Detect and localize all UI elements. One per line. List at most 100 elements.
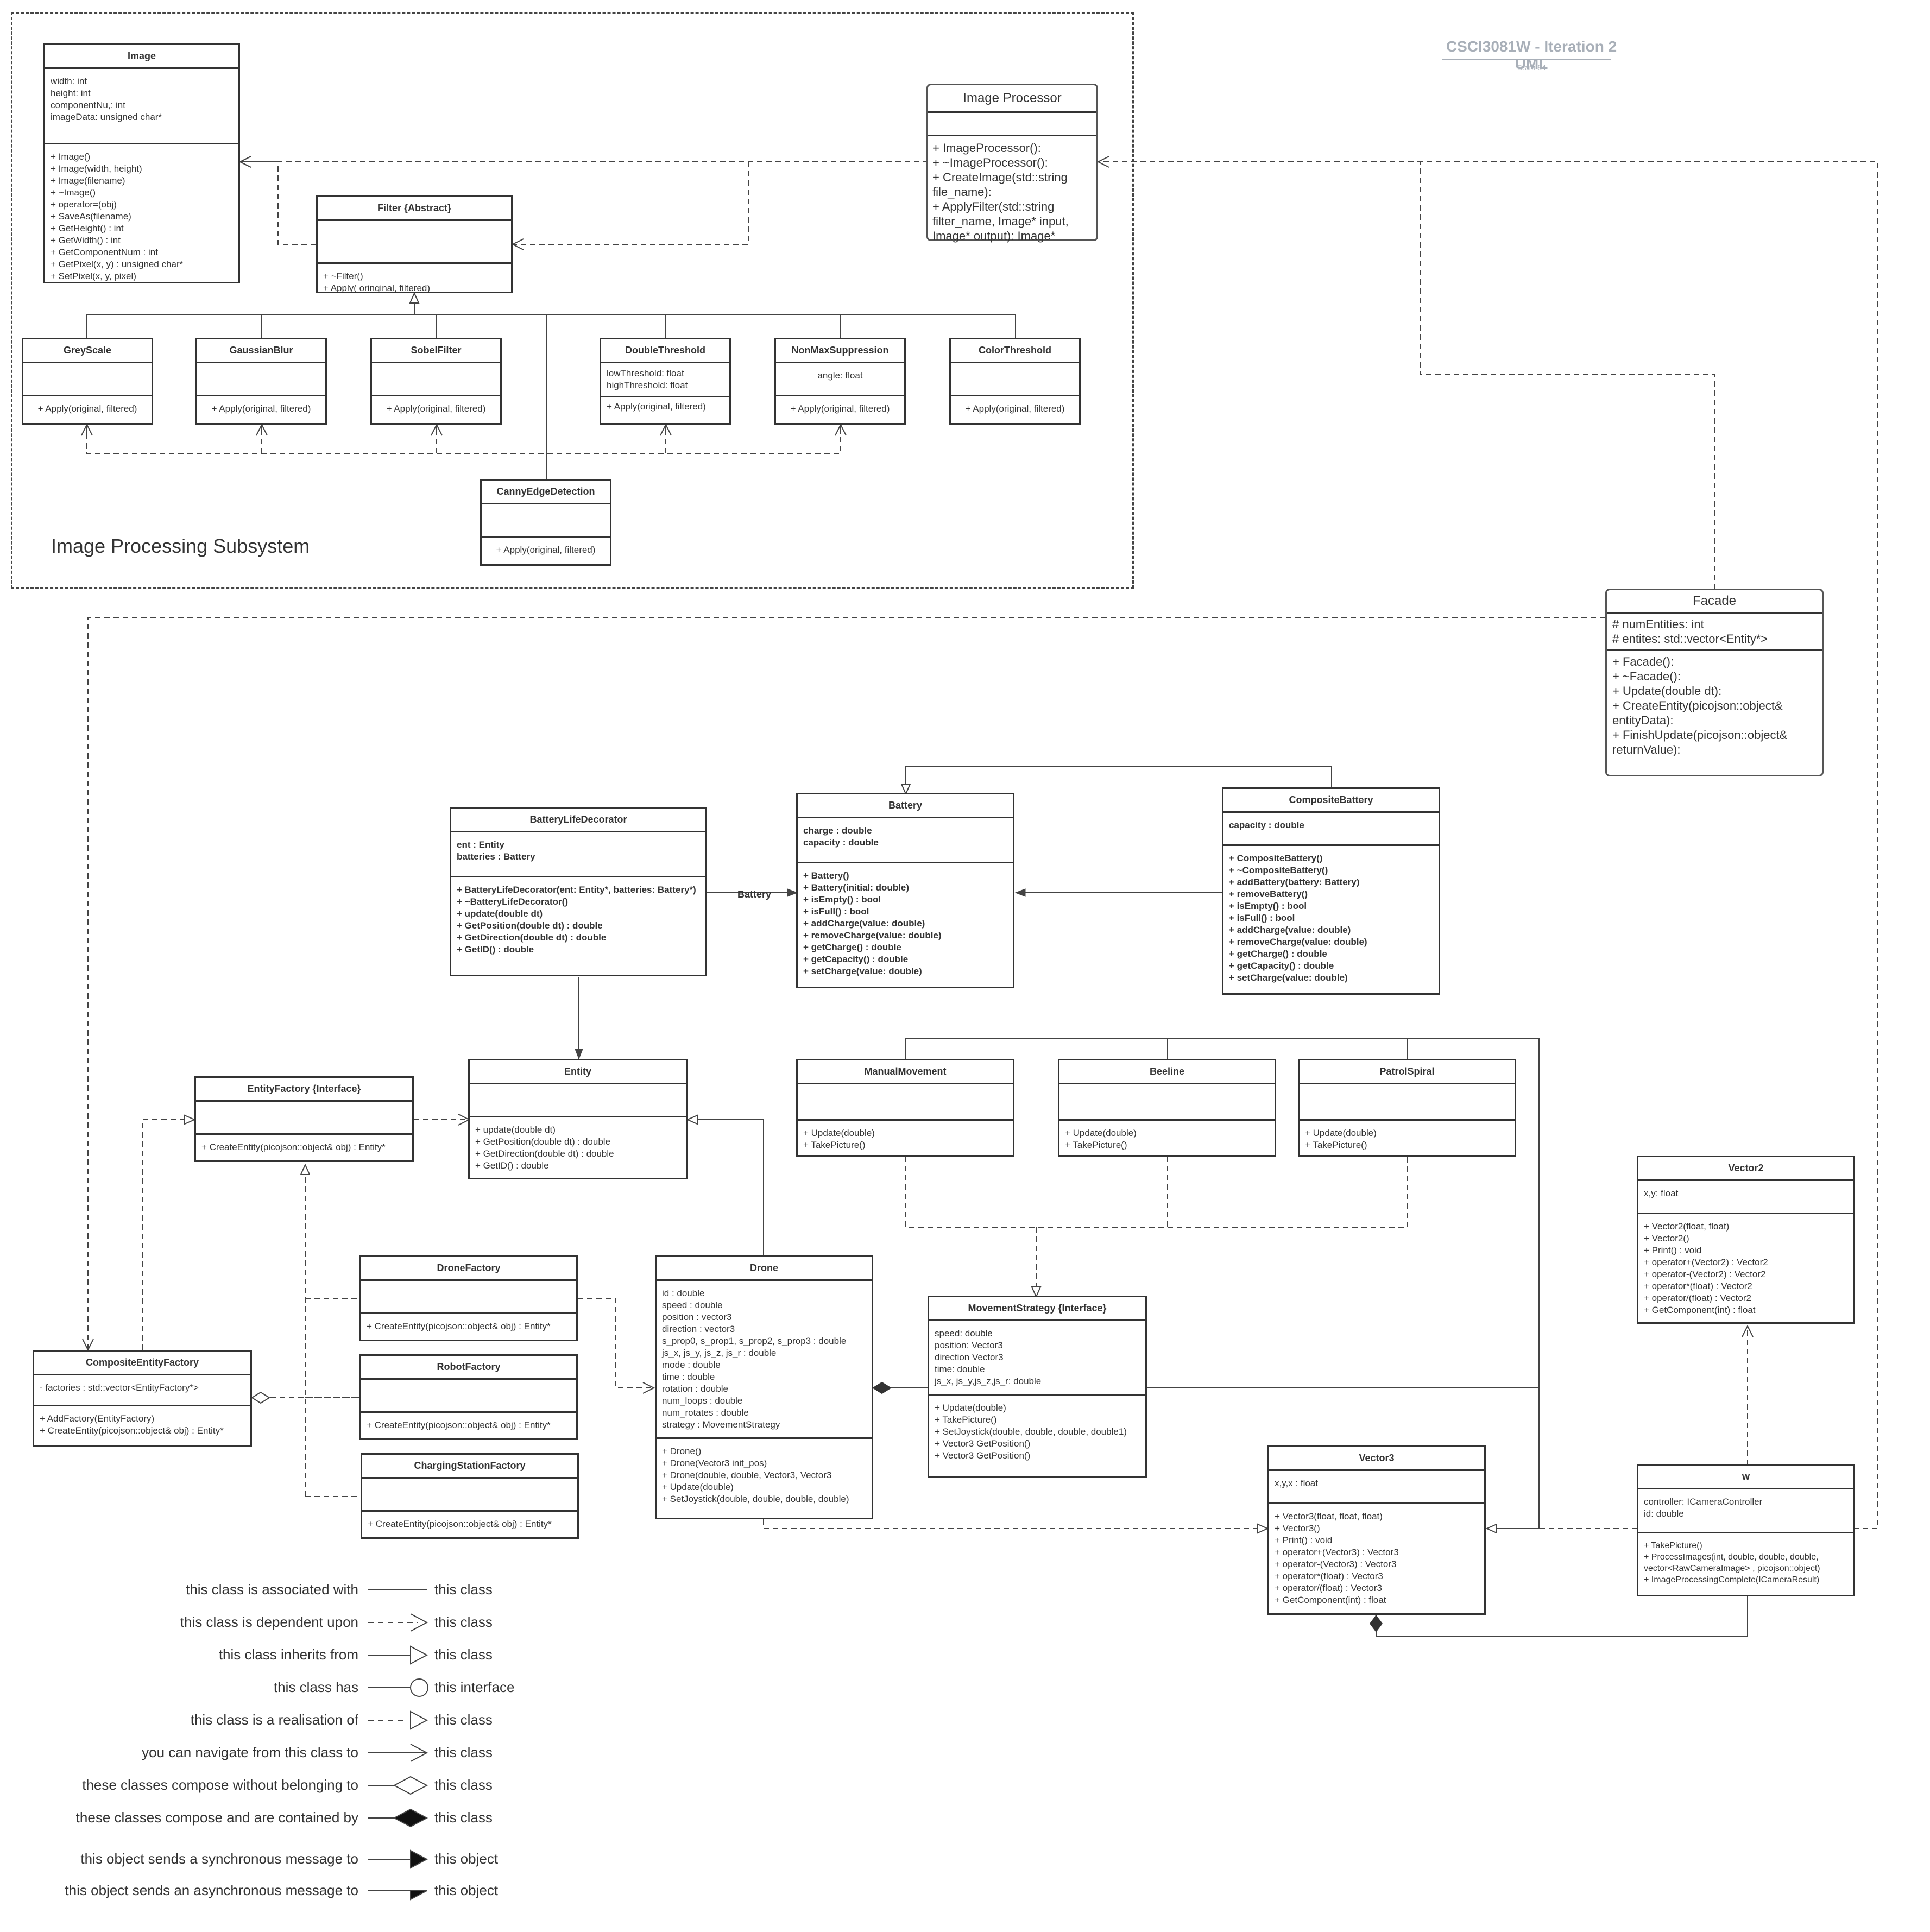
class-operations: + CreateEntity(picojson::object& obj) : … xyxy=(367,1420,551,1430)
class-image[interactable]: Image width: int height: int componentNu… xyxy=(43,43,240,283)
class-name: Beeline xyxy=(1059,1060,1275,1084)
class-name: CompositeBattery xyxy=(1223,789,1439,813)
legend-right-text: this class xyxy=(434,1614,493,1630)
class-beeline[interactable]: Beeline + Update(double) + TakePicture() xyxy=(1058,1059,1276,1157)
legend-right-text: this class xyxy=(434,1646,493,1663)
drone-vector3-dependency xyxy=(763,1519,1267,1529)
drone-entity-inheritance xyxy=(688,1120,764,1257)
class-attributes: x,y,x : float xyxy=(1269,1471,1484,1504)
class-attributes: speed: double position: Vector3 directio… xyxy=(929,1321,1145,1396)
class-composite-battery[interactable]: CompositeBattery capacity : double + Com… xyxy=(1222,787,1440,995)
class-name: CannyEdgeDetection xyxy=(482,481,610,504)
class-operations: + BatteryLifeDecorator(ent: Entity*, bat… xyxy=(457,885,696,955)
class-movement-strategy[interactable]: MovementStrategy {Interface} speed: doub… xyxy=(928,1296,1147,1478)
class-operations: + Update(double) + TakePicture() + SetJo… xyxy=(935,1403,1127,1461)
legend-left-text: this class is a realisation of xyxy=(190,1712,358,1728)
class-attributes xyxy=(470,1084,686,1117)
class-operations: + CreateEntity(picojson::object& obj) : … xyxy=(201,1142,386,1152)
class-name: RobotFactory xyxy=(361,1356,576,1380)
class-drone-factory[interactable]: DroneFactory + CreateEntity(picojson::ob… xyxy=(359,1255,578,1341)
class-double-threshold[interactable]: DoubleThreshold lowThreshold: float high… xyxy=(600,338,731,425)
legend-left-text: this class is dependent upon xyxy=(180,1614,358,1630)
class-attributes: id : double speed : double position : ve… xyxy=(657,1281,872,1439)
class-attributes: angle: float xyxy=(776,363,904,396)
class-canny-edge-detection[interactable]: CannyEdgeDetection + Apply(original, fil… xyxy=(480,479,611,566)
legend-right-text: this class xyxy=(434,1581,493,1598)
legend-right-text: this object xyxy=(434,1882,499,1898)
class-name: Battery xyxy=(798,794,1013,818)
class-name: SobelFilter xyxy=(372,339,500,363)
legend-left-text: this class is associated with xyxy=(186,1581,358,1598)
class-operations: + Update(double) + TakePicture() xyxy=(803,1128,875,1150)
class-name: Facade xyxy=(1607,590,1822,614)
class-attributes xyxy=(1059,1084,1275,1121)
class-attributes xyxy=(23,363,152,396)
class-operations: + Apply(original, filtered) xyxy=(607,401,706,412)
class-color-threshold[interactable]: ColorThreshold + Apply(original, filtere… xyxy=(949,338,1081,425)
class-w[interactable]: w controller: ICameraController id: doub… xyxy=(1637,1464,1855,1596)
class-attributes: capacity : double xyxy=(1223,813,1439,846)
class-entity[interactable]: Entity + update(double dt) + GetPosition… xyxy=(468,1059,688,1179)
class-operations: + TakePicture() + ProcessImages(int, dou… xyxy=(1644,1541,1820,1584)
class-attributes xyxy=(951,363,1079,396)
class-composite-entity-factory[interactable]: CompositeEntityFactory - factories : std… xyxy=(33,1350,252,1447)
class-battery[interactable]: Battery charge : double capacity : doubl… xyxy=(796,793,1014,988)
class-attributes xyxy=(197,363,325,396)
class-entity-factory[interactable]: EntityFactory {Interface} + CreateEntity… xyxy=(194,1076,414,1162)
class-attributes: charge : double capacity : double xyxy=(798,818,1013,863)
legend-right-text: this class xyxy=(434,1809,493,1826)
dronefactory-drone-dependency xyxy=(578,1298,654,1388)
class-operations: + Apply(original, filtered) xyxy=(965,403,1065,414)
class-attributes xyxy=(361,1380,576,1413)
legend-right-text: this class xyxy=(434,1712,493,1728)
class-operations: + Facade(): + ~Facade(): + Update(double… xyxy=(1612,655,1788,756)
class-robot-factory[interactable]: RobotFactory + CreateEntity(picojson::ob… xyxy=(359,1354,578,1440)
class-vector2[interactable]: Vector2 x,y: float + Vector2(float, floa… xyxy=(1637,1156,1855,1324)
class-operations: + Vector2(float, float) + Vector2() + Pr… xyxy=(1644,1221,1768,1315)
class-operations: + CreateEntity(picojson::object& obj) : … xyxy=(367,1321,551,1331)
class-operations: + CreateEntity(picojson::object& obj) : … xyxy=(368,1519,552,1529)
class-operations: + update(double dt) + GetPosition(double… xyxy=(475,1125,614,1171)
class-non-max-suppression[interactable]: NonMaxSuppression angle: float + Apply(o… xyxy=(774,338,906,425)
association-label: Battery xyxy=(737,889,772,900)
class-charging-station-factory[interactable]: ChargingStationFactory + CreateEntity(pi… xyxy=(361,1453,579,1539)
legend-right-text: this class xyxy=(434,1744,493,1760)
class-manual-movement[interactable]: ManualMovement + Update(double) + TakePi… xyxy=(796,1059,1014,1157)
class-attributes: - factories : std::vector<EntityFactory*… xyxy=(34,1375,250,1406)
class-name: PatrolSpiral xyxy=(1300,1060,1515,1084)
class-image-processor[interactable]: Image Processor + ImageProcessor(): + ~I… xyxy=(926,84,1098,243)
class-name: Drone xyxy=(657,1257,872,1281)
class-attributes xyxy=(361,1281,576,1314)
class-patrol-spiral[interactable]: PatrolSpiral + Update(double) + TakePict… xyxy=(1298,1059,1516,1157)
class-name: w xyxy=(1638,1466,1853,1489)
class-operations: + Vector3(float, float, float) + Vector3… xyxy=(1275,1511,1399,1605)
class-name: DoubleThreshold xyxy=(601,339,729,363)
class-filter[interactable]: Filter {Abstract} + ~Filter() + Apply( o… xyxy=(316,195,513,293)
class-operations: + Update(double) + TakePicture() xyxy=(1065,1128,1137,1150)
class-name: Vector2 xyxy=(1638,1157,1853,1181)
subsystem-label: Image Processing Subsystem xyxy=(51,535,310,557)
class-facade[interactable]: Facade # numEntities: int # entites: std… xyxy=(1605,589,1824,776)
class-operations: + Apply(original, filtered) xyxy=(790,403,890,414)
class-attributes xyxy=(482,504,610,538)
class-name: GaussianBlur xyxy=(197,339,325,363)
class-drone[interactable]: Drone id : double speed : double positio… xyxy=(655,1255,873,1519)
class-battery-life-decorator[interactable]: BatteryLifeDecorator ent : Entity batter… xyxy=(450,807,707,976)
class-attributes: x,y: float xyxy=(1638,1181,1853,1214)
class-operations: + Battery() + Battery(initial: double) +… xyxy=(803,870,942,976)
class-name: Image Processor xyxy=(928,85,1096,113)
class-attributes xyxy=(318,221,511,264)
class-greyscale[interactable]: GreyScale + Apply(original, filtered) xyxy=(22,338,153,425)
class-name: CompositeEntityFactory xyxy=(34,1352,250,1375)
class-operations: + Drone() + Drone(Vector3 init_pos) + Dr… xyxy=(662,1446,849,1504)
class-attributes xyxy=(1300,1084,1515,1121)
class-attributes xyxy=(798,1084,1013,1121)
legend-right-text: this object xyxy=(434,1851,499,1867)
class-sobel-filter[interactable]: SobelFilter + Apply(original, filtered) xyxy=(370,338,502,425)
legend-right-text: this class xyxy=(434,1777,493,1793)
class-name: MovementStrategy {Interface} xyxy=(929,1297,1145,1321)
class-attributes xyxy=(196,1102,412,1135)
class-gaussian-blur[interactable]: GaussianBlur + Apply(original, filtered) xyxy=(195,338,327,425)
class-vector3[interactable]: Vector3 x,y,x : float + Vector3(float, f… xyxy=(1267,1445,1486,1615)
class-name: Vector3 xyxy=(1269,1447,1484,1471)
